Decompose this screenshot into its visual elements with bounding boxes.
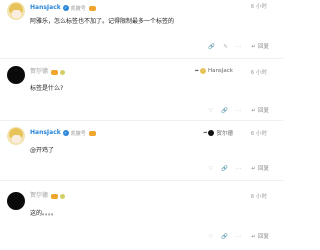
divider [0, 180, 283, 181]
heart-icon[interactable]: ♡ [208, 234, 213, 241]
reply-arrow-icon: ↵ [251, 234, 256, 240]
reply-button[interactable]: ↵ 回复 [249, 44, 269, 51]
more-icon[interactable]: ⋯ [236, 234, 242, 241]
reply-button[interactable]: ↵ 回复 [249, 166, 269, 173]
level-badge-icon [60, 193, 66, 199]
post-header: HansJack ✓ 凯撒号 [30, 2, 96, 14]
reply-label: 回复 [257, 108, 269, 114]
reply-button[interactable]: ↵ 回复 [249, 234, 269, 241]
author-name[interactable]: HansJack [30, 4, 61, 12]
link-icon[interactable]: 🔗 [221, 108, 228, 115]
author-tag: 凯撒号 [70, 130, 86, 137]
more-icon[interactable]: ⋯ [236, 166, 242, 173]
author-name[interactable]: 贺尔德 [30, 192, 48, 200]
post-content: 这的。。。。 [30, 210, 58, 217]
reply-label: 回复 [257, 166, 269, 172]
author-avatar[interactable] [7, 127, 25, 145]
reply-arrow-icon: ↵ [251, 108, 256, 114]
reply-to[interactable]: ➦ HansJack [195, 68, 233, 74]
pencil-icon[interactable]: ✎ [223, 44, 228, 51]
author-avatar[interactable] [7, 2, 25, 20]
heart-icon[interactable]: ♡ [208, 108, 213, 115]
more-icon[interactable]: ⋯ [236, 108, 242, 115]
reply-to-avatar [199, 68, 206, 74]
post-time[interactable]: 6 小时 [251, 192, 267, 200]
verified-icon: ✓ [62, 5, 69, 11]
post-content: @开鸡了 [30, 145, 54, 154]
divider [0, 58, 283, 59]
level-badge-icon [60, 69, 66, 75]
post-time[interactable]: 6 小时 [251, 68, 267, 76]
reply-to-avatar [208, 130, 215, 136]
link-icon[interactable]: 🔗 [221, 234, 228, 241]
more-icon[interactable]: ⋯ [236, 44, 242, 51]
author-tag: 凯撒号 [70, 5, 86, 12]
divider [0, 120, 283, 121]
post-actions: 🔗 ✎ ⋯ ↵ 回复 [200, 44, 269, 51]
heart-icon[interactable]: ♡ [208, 166, 213, 173]
crown-badge-icon [51, 69, 59, 75]
reply-arrow-icon: ↵ [251, 44, 256, 50]
post-content: 标签是什么? [30, 85, 64, 92]
author-name[interactable]: HansJack [30, 129, 61, 137]
post-actions: ♡ 🔗 ⋯ ↵ 回复 [200, 108, 269, 115]
crown-badge-icon [51, 193, 59, 199]
author-name[interactable]: 贺尔德 [30, 68, 48, 76]
reply-arrow-icon: ↵ [251, 166, 256, 172]
post-actions: ♡ 🔗 ⋯ ↵ 回复 [200, 166, 269, 173]
post-content: 阿雅乐，怎么标签也不加了。记得限制最多一个标签的 [30, 18, 175, 25]
reply-to-name: 贺尔德 [216, 131, 233, 137]
reply-to[interactable]: ➦ 贺尔德 [203, 129, 233, 137]
author-avatar[interactable] [7, 66, 25, 84]
crown-badge-icon [88, 130, 96, 136]
mention-text[interactable]: 开鸡了 [36, 147, 54, 154]
reply-button[interactable]: ↵ 回复 [249, 108, 269, 115]
reply-label: 回复 [257, 234, 269, 240]
link-icon[interactable]: 🔗 [221, 166, 228, 173]
crown-badge-icon [88, 5, 96, 11]
author-avatar[interactable] [7, 192, 25, 210]
reply-arrow-icon: ➦ [203, 130, 208, 136]
verified-icon: ✓ [62, 130, 69, 136]
link-icon[interactable]: 🔗 [208, 44, 215, 51]
post-header: HansJack ✓ 凯撒号 [30, 127, 96, 139]
reply-arrow-icon: ➦ [194, 68, 199, 74]
reply-to-name: HansJack [207, 68, 233, 74]
post-time[interactable]: 6 小时 [251, 129, 267, 137]
reply-label: 回复 [257, 44, 269, 50]
post-header: 贺尔德 [30, 190, 66, 202]
post-header: 贺尔德 [30, 66, 66, 78]
post-time[interactable]: 6 小时 [251, 2, 267, 10]
post-actions: ♡ 🔗 ⋯ ↵ 回复 [200, 234, 269, 241]
